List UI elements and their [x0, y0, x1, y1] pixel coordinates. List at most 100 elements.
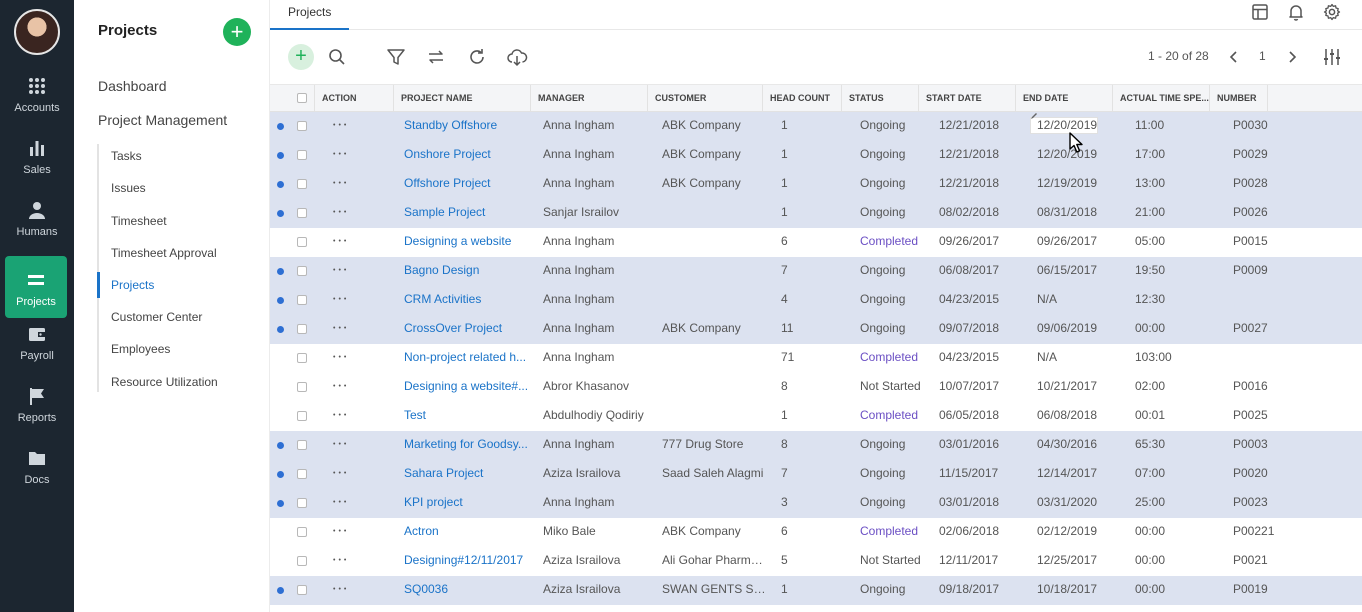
row-actions-icon[interactable]: •••	[333, 383, 349, 390]
table-row[interactable]: ••• Standby Offshore Anna Ingham ABK Compan…	[270, 112, 1362, 141]
table-row[interactable]: ••• Actron Miko Bale ABK Company 6 Completed 0…	[270, 518, 1362, 547]
table-row[interactable]: ••• Sahara Project Aziza Israilova Saad Sal…	[270, 460, 1362, 489]
row-actions-icon[interactable]: •••	[333, 412, 349, 419]
table-row[interactable]: ••• Onshore Project Anna Ingham ABK Company…	[270, 141, 1362, 170]
table-row[interactable]: ••• Designing#12/11/2017 Aziza Israilova Al…	[270, 547, 1362, 576]
row-checkbox[interactable]	[297, 179, 307, 189]
row-checkbox[interactable]	[297, 469, 307, 479]
sidebar-item-issues[interactable]: Issues	[111, 181, 146, 195]
row-actions-icon[interactable]: •••	[333, 528, 349, 535]
sidebar-item-projects[interactable]: Projects	[111, 278, 154, 292]
project-name-cell[interactable]: KPI project	[404, 489, 530, 518]
row-checkbox[interactable]	[297, 585, 307, 595]
rail-item-humans[interactable]: Humans	[0, 186, 74, 242]
project-name-cell[interactable]: Designing#12/11/2017	[404, 547, 530, 576]
table-row[interactable]: ••• SQ0036 Aziza Israilova SWAN GENTS SP...…	[270, 576, 1362, 605]
refresh-icon[interactable]	[465, 45, 489, 69]
row-actions-icon[interactable]: •••	[333, 267, 349, 274]
sidebar-item-tasks[interactable]: Tasks	[111, 149, 142, 163]
sidebar-item-timesheet-approval[interactable]: Timesheet Approval	[111, 246, 217, 260]
end-date-cell[interactable]: 02/12/2019	[1037, 518, 1117, 547]
project-name-cell[interactable]: Actron	[404, 518, 530, 547]
column-header-actual-time-spe[interactable]: ACTUAL TIME SPE...	[1113, 85, 1210, 112]
table-row[interactable]: ••• Designing a website#... Abror Khasanov…	[270, 373, 1362, 402]
project-name-cell[interactable]: Marketing for Goodsy...	[404, 431, 530, 460]
column-header-project-name[interactable]: PROJECT NAME	[394, 85, 531, 112]
project-name-cell[interactable]: Sahara Project	[404, 460, 530, 489]
table-row[interactable]: ••• Sample Project Sanjar Israilov 1 Ongoing…	[270, 199, 1362, 228]
end-date-cell[interactable]: 04/30/2016	[1037, 431, 1117, 460]
column-header-manager[interactable]: MANAGER	[531, 85, 648, 112]
chevron-left-icon[interactable]	[1222, 45, 1246, 69]
sidebar-item-dashboard[interactable]: Dashboard	[98, 78, 167, 94]
project-name-cell[interactable]: Non-project related h...	[404, 344, 530, 373]
column-header-action[interactable]: ACTION	[315, 85, 394, 112]
table-row[interactable]: ••• CRM Activities Anna Ingham 4 Ongoing 04/2…	[270, 286, 1362, 315]
row-actions-icon[interactable]: •••	[333, 557, 349, 564]
table-row[interactable]: ••• Offshore Project Anna Ingham ABK Compan…	[270, 170, 1362, 199]
column-header-customer[interactable]: CUSTOMER	[648, 85, 763, 112]
table-row[interactable]: ••• KPI project Anna Ingham 3 Ongoing 03/01/2…	[270, 489, 1362, 518]
add-project-button[interactable]: +	[223, 18, 251, 46]
sidebar-item-project-management[interactable]: Project Management	[98, 112, 227, 128]
row-actions-icon[interactable]: •••	[333, 296, 349, 303]
row-checkbox[interactable]	[297, 150, 307, 160]
sidebar-item-customer-center[interactable]: Customer Center	[111, 310, 202, 324]
end-date-cell[interactable]: 09/06/2019	[1037, 315, 1117, 344]
row-checkbox[interactable]	[297, 237, 307, 247]
row-actions-icon[interactable]: •••	[333, 122, 349, 129]
row-checkbox[interactable]	[297, 440, 307, 450]
row-checkbox[interactable]	[297, 324, 307, 334]
row-checkbox[interactable]	[297, 556, 307, 566]
rail-item-projects[interactable]: Projects	[5, 256, 67, 318]
gear-icon[interactable]	[1322, 2, 1342, 22]
column-header-start-date[interactable]: START DATE	[919, 85, 1016, 112]
row-actions-icon[interactable]: •••	[333, 238, 349, 245]
row-actions-icon[interactable]: •••	[333, 354, 349, 361]
sidebar-item-resource-utilization[interactable]: Resource Utilization	[111, 375, 218, 389]
project-name-cell[interactable]: CRM Activities	[404, 286, 530, 315]
chevron-right-icon[interactable]	[1280, 45, 1304, 69]
row-checkbox[interactable]	[297, 411, 307, 421]
add-button[interactable]: +	[288, 44, 314, 70]
rail-item-reports[interactable]: Reports	[0, 372, 74, 428]
user-avatar[interactable]	[14, 9, 60, 55]
layout-icon[interactable]	[1250, 2, 1270, 22]
row-checkbox[interactable]	[297, 498, 307, 508]
column-header-number[interactable]: NUMBER	[1210, 85, 1268, 112]
table-row[interactable]: ••• CrossOver Project Anna Ingham ABK Compa…	[270, 315, 1362, 344]
row-actions-icon[interactable]: •••	[333, 586, 349, 593]
table-row[interactable]: ••• Bagno Design Anna Ingham 7 Ongoing 06/08/…	[270, 257, 1362, 286]
end-date-cell[interactable]: 12/19/2019	[1037, 170, 1117, 199]
row-checkbox[interactable]	[297, 353, 307, 363]
row-actions-icon[interactable]: •••	[333, 441, 349, 448]
swap-icon[interactable]	[424, 45, 448, 69]
row-checkbox[interactable]	[297, 266, 307, 276]
project-name-cell[interactable]: Designing a website#...	[404, 373, 530, 402]
row-actions-icon[interactable]: •••	[333, 180, 349, 187]
table-row[interactable]: ••• Designing a website Anna Ingham 6 Comple…	[270, 228, 1362, 257]
project-name-cell[interactable]: Sample Project	[404, 199, 530, 228]
project-name-cell[interactable]: Bagno Design	[404, 257, 530, 286]
table-row[interactable]: ••• Test Abdulhodiy Qodiriy 1 Completed 06/05…	[270, 402, 1362, 431]
row-checkbox[interactable]	[297, 208, 307, 218]
column-header-head-count[interactable]: HEAD COUNT	[763, 85, 842, 112]
row-checkbox[interactable]	[297, 527, 307, 537]
project-name-cell[interactable]: Onshore Project	[404, 141, 530, 170]
bell-icon[interactable]	[1286, 2, 1306, 22]
row-actions-icon[interactable]: •••	[333, 151, 349, 158]
rail-item-accounts[interactable]: Accounts	[0, 62, 74, 118]
column-header-end-date[interactable]: END DATE	[1016, 85, 1113, 112]
sidebar-item-employees[interactable]: Employees	[111, 342, 170, 356]
row-checkbox[interactable]	[297, 382, 307, 392]
current-page[interactable]: 1	[1259, 49, 1266, 63]
project-name-cell[interactable]: Offshore Project	[404, 170, 530, 199]
table-row[interactable]: ••• Marketing for Goodsy... Anna Ingham 777…	[270, 431, 1362, 460]
rail-item-sales[interactable]: Sales	[0, 124, 74, 180]
row-actions-icon[interactable]: •••	[333, 470, 349, 477]
column-settings-icon[interactable]	[1320, 45, 1344, 69]
project-name-cell[interactable]: Standby Offshore	[404, 112, 530, 141]
end-date-cell[interactable]: 12/14/2017	[1037, 460, 1117, 489]
end-date-cell[interactable]: 10/18/2017	[1037, 576, 1117, 605]
row-checkbox[interactable]	[297, 295, 307, 305]
